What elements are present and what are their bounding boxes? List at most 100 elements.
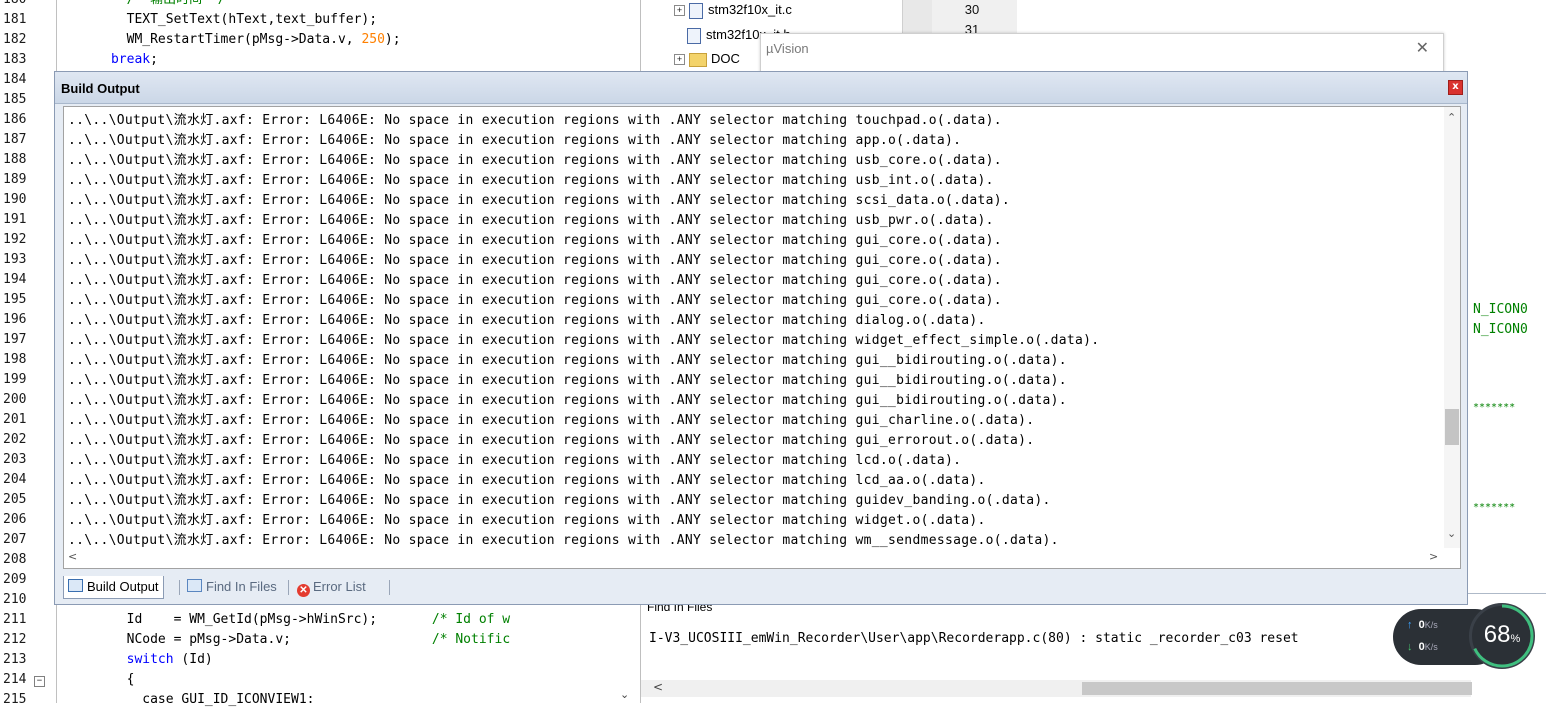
tab-build-output[interactable]: Build Output (63, 576, 164, 599)
code-token: switch (126, 652, 174, 667)
tree-item-doc[interactable]: + DOC (674, 49, 740, 69)
code-fragment: N_ICON0 (1473, 322, 1528, 337)
code-line[interactable]: { (64, 670, 135, 690)
percent-sign: % (1510, 633, 1521, 645)
code-fragment: N_ICON0 (1473, 302, 1528, 317)
build-output-icon (68, 579, 83, 592)
tree-item-stm32f10x-it-c[interactable]: + stm32f10x_it.c (674, 0, 792, 20)
scroll-down-arrow-icon[interactable]: ⌄ (1447, 527, 1456, 540)
code-fragment: ******* (1473, 502, 1516, 513)
line-number: 199 (3, 372, 27, 387)
scroll-up-arrow-icon[interactable]: ⌃ (1447, 111, 1456, 124)
speed-unit: K/s (1424, 620, 1438, 630)
code-line[interactable]: /* 输出时间 */ (64, 0, 226, 10)
code-line[interactable]: NCode = pMsg->Data.v; /* Notific (64, 630, 511, 650)
build-error-line[interactable]: ..\..\Output\流水灯.axf: Error: L6406E: No … (68, 291, 1002, 311)
count-cell: 30 (964, 2, 980, 17)
line-number: 180 (0, 0, 50, 10)
expand-icon[interactable]: + (674, 5, 685, 17)
line-number: 196 (3, 312, 27, 327)
code-line[interactable]: TEXT_SetText(hText,text_buffer); (64, 10, 377, 30)
build-output-panel[interactable]: Build Output x ..\..\Output\流水灯.axf: Err… (54, 71, 1468, 605)
tab-find-in-files[interactable]: Find In Files (183, 576, 281, 598)
line-number: 205 (3, 492, 27, 507)
line-number: 181 (3, 12, 27, 27)
line-number: 187 (3, 132, 27, 147)
line-number: 213 (3, 652, 27, 667)
expand-icon[interactable]: + (674, 54, 685, 66)
scroll-thumb[interactable] (1082, 682, 1472, 695)
build-error-line[interactable]: ..\..\Output\流水灯.axf: Error: L6406E: No … (68, 371, 1067, 391)
line-number: 210 (3, 592, 27, 607)
vertical-scrollbar[interactable]: ⌃ ⌄ (1444, 107, 1460, 549)
line-number: 209 (3, 572, 27, 587)
build-error-line[interactable]: ..\..\Output\流水灯.axf: Error: L6406E: No … (68, 431, 1034, 451)
horizontal-scrollbar[interactable]: < (641, 680, 1472, 697)
line-number: 185 (3, 92, 27, 107)
uvision-dialog: µVision ✕ (760, 33, 1444, 75)
build-error-line[interactable]: ..\..\Output\流水灯.axf: Error: L6406E: No … (68, 331, 1099, 351)
code-line[interactable]: case GUI_ID_ICONVIEW1: (64, 690, 314, 710)
tab-label: Build Output (87, 579, 159, 594)
build-error-line[interactable]: ..\..\Output\流水灯.axf: Error: L6406E: No … (68, 251, 1002, 271)
build-error-line[interactable]: ..\..\Output\流水灯.axf: Error: L6406E: No … (68, 151, 1002, 171)
h-file-icon (687, 27, 701, 44)
code-line[interactable]: switch (Id) (64, 650, 213, 670)
code-line[interactable]: break; (64, 50, 158, 70)
build-error-line[interactable]: ..\..\Output\流水灯.axf: Error: L6406E: No … (68, 491, 1051, 511)
scroll-right-arrow-icon[interactable]: > (1429, 550, 1438, 563)
close-icon[interactable]: ✕ (1416, 38, 1429, 57)
line-number: 201 (3, 412, 27, 427)
download-speed: ↓ 0K/s (1407, 641, 1438, 653)
build-error-line[interactable]: ..\..\Output\流水灯.axf: Error: L6406E: No … (68, 211, 994, 231)
horizontal-scrollbar[interactable]: < > (63, 548, 1461, 569)
scroll-down-arrow-icon[interactable]: ⌄ (620, 688, 629, 701)
line-number: 186 (3, 112, 27, 127)
build-output-text[interactable]: ..\..\Output\流水灯.axf: Error: L6406E: No … (63, 106, 1461, 550)
build-error-line[interactable]: ..\..\Output\流水灯.axf: Error: L6406E: No … (68, 231, 1002, 251)
code-token: break (110, 52, 151, 67)
find-result-line[interactable]: I-V3_UCOSIII_emWin_Recorder\User\app\Rec… (649, 631, 1299, 646)
build-error-line[interactable]: ..\..\Output\流水灯.axf: Error: L6406E: No … (68, 391, 1067, 411)
code-token: (Id) (173, 652, 213, 667)
build-error-line[interactable]: ..\..\Output\流水灯.axf: Error: L6406E: No … (68, 511, 986, 531)
line-number: 198 (3, 352, 27, 367)
code-line[interactable]: Id = WM_GetId(pMsg->hWinSrc); /* Id of w (64, 610, 511, 630)
upload-speed: ↑ 0K/s (1407, 619, 1438, 631)
fold-toggle[interactable]: − (34, 676, 45, 687)
scroll-left-arrow-icon[interactable]: < (68, 550, 77, 563)
tab-error-list[interactable]: ✕ Error List (293, 576, 370, 598)
build-error-line[interactable]: ..\..\Output\流水灯.axf: Error: L6406E: No … (68, 471, 986, 491)
scroll-thumb[interactable] (1445, 409, 1459, 445)
line-number: 184 (3, 72, 27, 87)
code-token: case GUI_ID_ICONVIEW1: (142, 692, 315, 707)
build-error-line[interactable]: ..\..\Output\流水灯.axf: Error: L6406E: No … (68, 191, 1010, 211)
tab-label: Error List (313, 579, 366, 594)
build-error-line[interactable]: ..\..\Output\流水灯.axf: Error: L6406E: No … (68, 451, 961, 471)
tree-item-label: stm32f10x_it.c (708, 2, 792, 17)
find-in-files-icon (187, 579, 202, 592)
code-line[interactable]: WM_RestartTimer(pMsg->Data.v, 250); (64, 30, 401, 50)
download-arrow-icon: ↓ (1407, 641, 1413, 653)
tab-separator (288, 580, 289, 595)
tab-separator (389, 580, 390, 595)
line-number: 215 (3, 692, 27, 707)
build-error-line[interactable]: ..\..\Output\流水灯.axf: Error: L6406E: No … (68, 111, 1002, 131)
line-number: 207 (3, 532, 27, 547)
line-number: 211 (3, 612, 27, 627)
build-error-line[interactable]: ..\..\Output\流水灯.axf: Error: L6406E: No … (68, 311, 986, 331)
build-error-line[interactable]: ..\..\Output\流水灯.axf: Error: L6406E: No … (68, 171, 994, 191)
code-token: /* Notific (291, 632, 511, 647)
build-error-line[interactable]: ..\..\Output\流水灯.axf: Error: L6406E: No … (68, 351, 1067, 371)
build-error-line[interactable]: ..\..\Output\流水灯.axf: Error: L6406E: No … (68, 411, 1034, 431)
code-token: ; (150, 52, 158, 67)
build-error-line[interactable]: ..\..\Output\流水灯.axf: Error: L6406E: No … (68, 271, 1002, 291)
code-token: TEXT_SetText(hText,text_buffer); (126, 12, 378, 27)
build-error-line[interactable]: ..\..\Output\流水灯.axf: Error: L6406E: No … (68, 131, 961, 151)
close-icon[interactable]: x (1448, 80, 1463, 95)
network-speed-widget[interactable]: ↑ 0K/s ↓ 0K/s 68% (1393, 603, 1541, 671)
line-number: 182 (3, 32, 27, 47)
build-output-titlebar[interactable]: Build Output x (55, 72, 1467, 104)
scroll-left-arrow-icon[interactable]: < (653, 680, 663, 694)
code-token: { (126, 672, 135, 687)
